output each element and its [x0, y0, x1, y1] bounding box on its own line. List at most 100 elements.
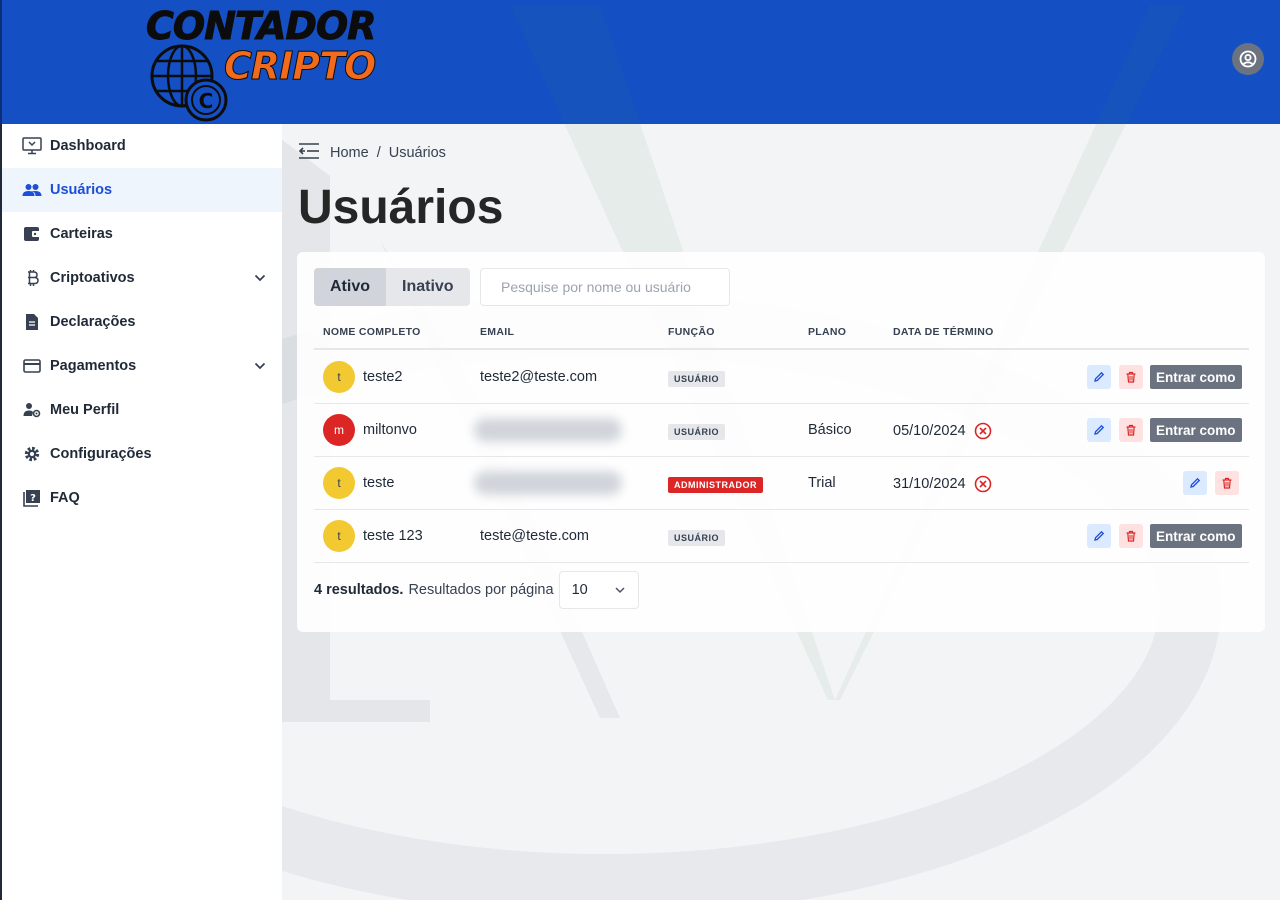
results-count: 4 resultados. [314, 582, 404, 598]
end-date-value: 31/10/2024 [893, 476, 966, 492]
table-header: NOME COMPLETO EMAIL FUNÇÃO PLANO DATA DE… [314, 324, 1249, 350]
login-as-button[interactable]: Entrar como [1150, 418, 1242, 442]
avatar: m [323, 414, 355, 446]
sidebar-item-pagamentos[interactable]: Pagamentos [2, 344, 282, 388]
role-badge: USUÁRIO [668, 530, 726, 546]
breadcrumb: Home / Usuários [298, 142, 446, 164]
monitor-icon [22, 136, 42, 156]
pencil-icon [1094, 424, 1105, 435]
sidebar-item-faq[interactable]: ? FAQ [2, 476, 282, 520]
sidebar-item-dashboard[interactable]: Dashboard [2, 124, 282, 168]
bitcoin-icon [22, 268, 42, 288]
end-date: 31/10/2024 [893, 475, 992, 493]
trash-icon [1126, 530, 1136, 542]
sidebar-item-label: Carteiras [50, 226, 113, 242]
pagination-footer: 4 resultados. Resultados por página 10 [314, 571, 639, 609]
user-name: teste [363, 475, 395, 491]
avatar: t [323, 520, 355, 552]
per-page-value: 10 [571, 582, 588, 598]
sidebar-item-label: Usuários [50, 182, 113, 198]
expired-x-circle-icon [974, 422, 991, 440]
expired-x-circle-icon [974, 475, 991, 493]
table-row: m miltonvo USUÁRIO Básico 05/10/2024 Ent… [314, 404, 1249, 457]
user-name: teste 123 [363, 528, 423, 544]
edit-button[interactable] [1087, 418, 1111, 442]
chevron-down-icon[interactable] [254, 358, 266, 374]
tab-inativo[interactable]: Inativo [386, 268, 470, 306]
sidebar-item-declaracoes[interactable]: Declarações [2, 300, 282, 344]
sidebar-item-label: Declarações [50, 314, 136, 330]
login-as-button[interactable]: Entrar como [1150, 524, 1242, 548]
table-row: t teste 123 teste@teste.com USUÁRIO Entr… [314, 510, 1249, 563]
trash-icon [1126, 424, 1136, 436]
users-card: Ativo Inativo NOME COMPLETO EMAIL FUNÇÃO… [297, 252, 1265, 632]
chevron-down-icon[interactable] [254, 270, 266, 286]
gear-icon [22, 444, 42, 464]
user-plan: Básico [808, 422, 852, 438]
column-header-role[interactable]: FUNÇÃO [668, 326, 715, 338]
document-icon [22, 312, 42, 332]
edit-button[interactable] [1183, 471, 1207, 495]
pencil-icon [1094, 371, 1105, 382]
svg-text:?: ? [30, 493, 36, 504]
column-header-end-date[interactable]: DATA DE TÉRMINO [893, 326, 994, 338]
user-name: teste2 [363, 369, 403, 385]
status-filter-tabs: Ativo Inativo [314, 268, 470, 306]
user-email: teste@teste.com [480, 528, 590, 544]
per-page-label: Resultados por página [408, 582, 554, 598]
tab-ativo[interactable]: Ativo [314, 268, 386, 306]
role-badge: USUÁRIO [668, 371, 726, 387]
user-name: miltonvo [363, 422, 417, 438]
pencil-icon [1094, 530, 1105, 541]
pencil-icon [1190, 477, 1201, 488]
sidebar-toggle-icon[interactable] [298, 142, 320, 164]
sidebar-item-carteiras[interactable]: Carteiras [2, 212, 282, 256]
logo-text-cripto: CRIPTO [223, 44, 376, 89]
sidebar-item-usuarios[interactable]: Usuários [2, 168, 282, 212]
breadcrumb-current: Usuários [388, 145, 446, 161]
users-icon [22, 180, 42, 200]
trash-icon [1222, 477, 1232, 489]
user-circle-icon [1239, 50, 1257, 68]
user-account-button[interactable] [1232, 43, 1264, 75]
avatar: t [323, 361, 355, 393]
page-title: Usuários [298, 181, 504, 234]
breadcrumb-separator: / [376, 145, 381, 161]
delete-button[interactable] [1119, 418, 1143, 442]
column-header-email[interactable]: EMAIL [480, 326, 514, 338]
column-header-name[interactable]: NOME COMPLETO [323, 326, 421, 338]
wallet-icon [22, 224, 42, 244]
sidebar-item-label: FAQ [50, 490, 80, 506]
blurred-email [474, 418, 622, 442]
user-email: teste2@teste.com [480, 369, 598, 385]
logo[interactable]: CONTADOR CRIPTO C [144, 2, 404, 122]
user-plan: Trial [808, 475, 836, 491]
sidebar-item-label: Pagamentos [50, 358, 137, 374]
role-badge: ADMINISTRADOR [668, 477, 763, 493]
delete-button[interactable] [1119, 524, 1143, 548]
question-book-icon: ? [22, 488, 42, 508]
user-gear-icon [22, 400, 42, 420]
sidebar-item-criptoativos[interactable]: Criptoativos [2, 256, 282, 300]
sidebar: Dashboard Usuários Carteiras Criptoativo… [0, 124, 282, 900]
search-input[interactable] [480, 268, 730, 306]
blurred-email [474, 471, 622, 495]
sidebar-item-label: Dashboard [50, 138, 126, 154]
avatar: t [323, 467, 355, 499]
sidebar-item-label: Configurações [50, 446, 152, 462]
sidebar-item-meu-perfil[interactable]: Meu Perfil [2, 388, 282, 432]
breadcrumb-home-link[interactable]: Home [330, 145, 369, 161]
edit-button[interactable] [1087, 365, 1111, 389]
sidebar-item-label: Criptoativos [50, 270, 135, 286]
delete-button[interactable] [1215, 471, 1239, 495]
edit-button[interactable] [1087, 524, 1111, 548]
sidebar-item-configuracoes[interactable]: Configurações [2, 432, 282, 476]
delete-button[interactable] [1119, 365, 1143, 389]
table-row: t teste2 teste2@teste.com USUÁRIO Entrar… [314, 351, 1249, 404]
per-page-select[interactable]: 10 [558, 571, 639, 609]
login-as-button[interactable]: Entrar como [1150, 365, 1242, 389]
table-row: t teste ADMINISTRADOR Trial 31/10/2024 [314, 457, 1249, 510]
trash-icon [1126, 371, 1136, 383]
column-header-plan[interactable]: PLANO [808, 326, 846, 338]
chevron-down-icon [615, 587, 625, 594]
